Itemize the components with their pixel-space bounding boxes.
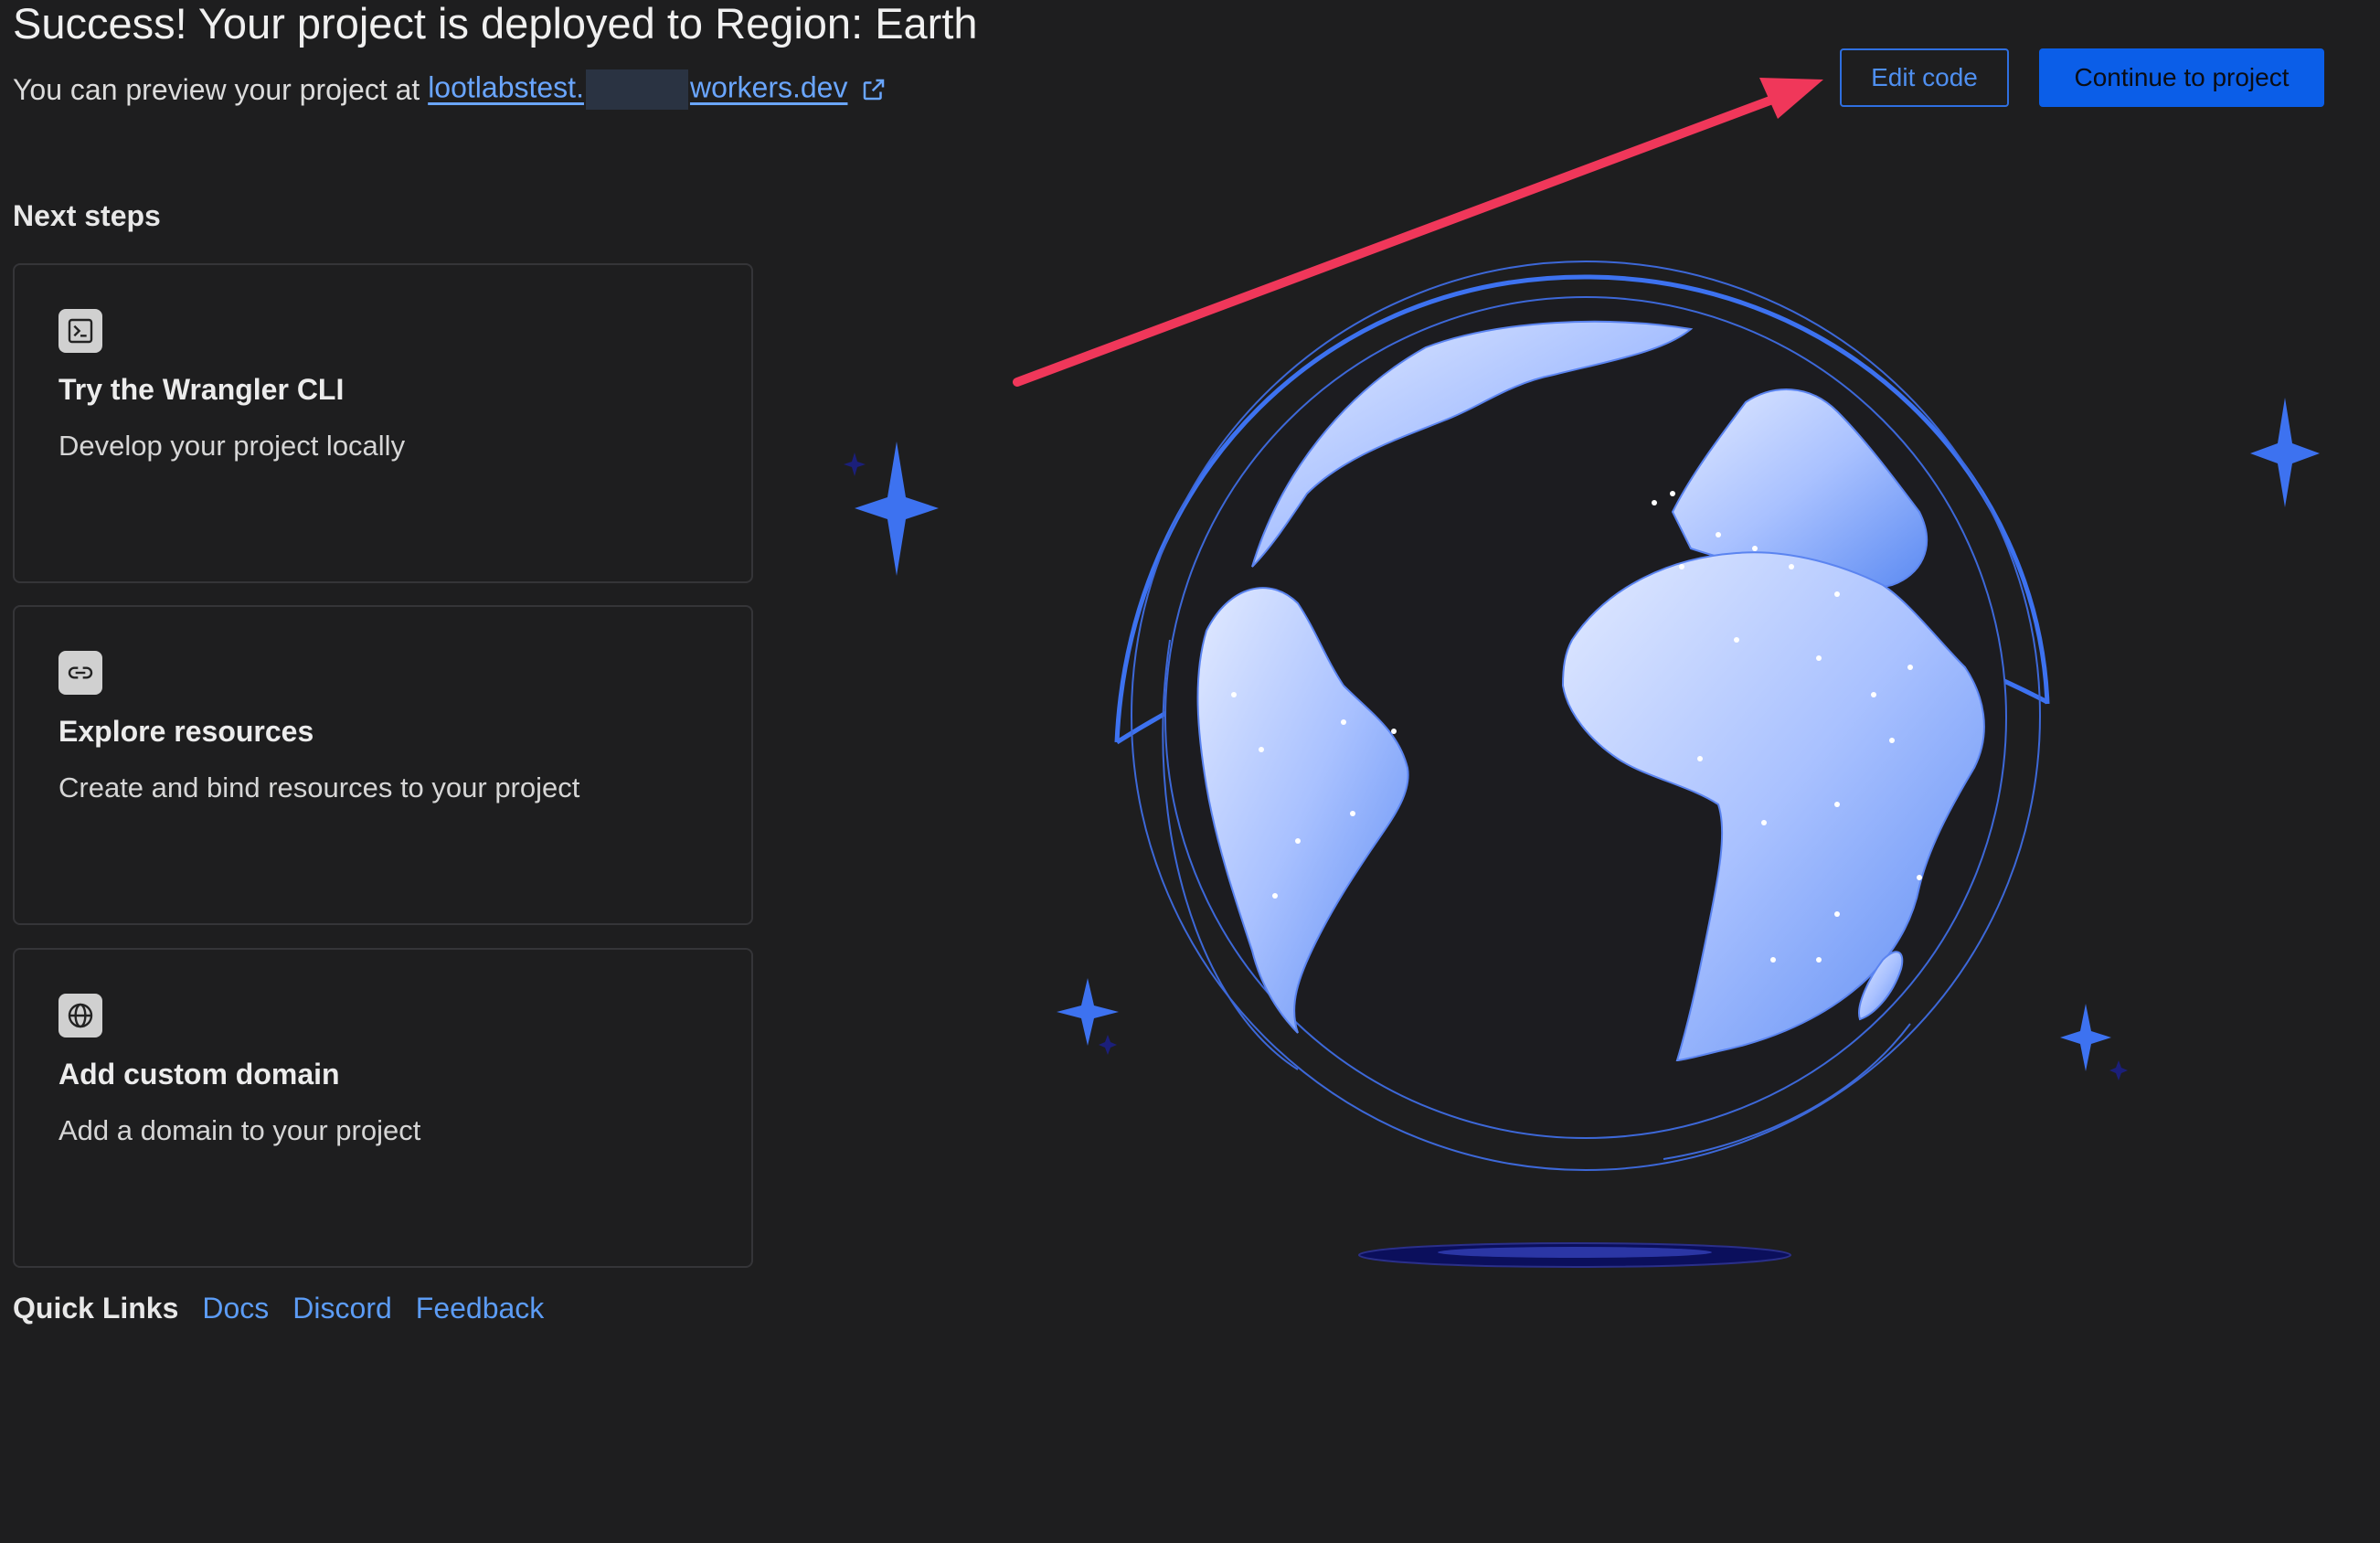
sparkle-icon [1057, 978, 1119, 1046]
sparkle-icon [855, 442, 939, 576]
sparkle-icon [2060, 1004, 2111, 1071]
annotation-arrow-head [1759, 78, 1823, 119]
sparkle-icon [2250, 398, 2320, 507]
globe-shadow-highlight [1438, 1247, 1712, 1258]
globe-illustration [844, 78, 2320, 1268]
